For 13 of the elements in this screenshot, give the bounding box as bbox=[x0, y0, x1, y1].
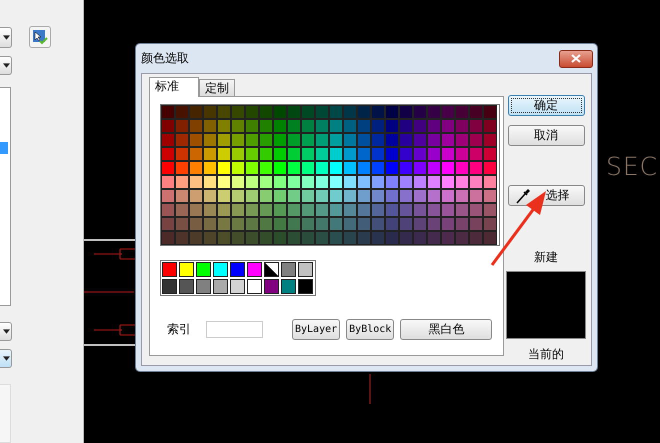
cancel-button[interactable]: 取消 bbox=[508, 125, 584, 146]
pick-button[interactable]: 选择 bbox=[508, 185, 584, 206]
ok-button[interactable]: 确定 bbox=[508, 95, 584, 116]
tab[interactable]: 标准 bbox=[149, 77, 199, 97]
tab[interactable]: 定制 bbox=[199, 79, 235, 96]
color-mode-button[interactable]: 黑白色 bbox=[400, 318, 492, 340]
index-label: 索引 bbox=[167, 320, 192, 338]
canvas-label: SEC bbox=[606, 152, 658, 181]
current-color-label: 当前的 bbox=[528, 346, 564, 363]
window-title: 颜色选取 bbox=[141, 50, 189, 67]
new-color-label: 新建 bbox=[534, 249, 558, 266]
color-mode-button[interactable]: ByBlock bbox=[346, 318, 394, 340]
color-mode-button[interactable]: ByLayer bbox=[292, 318, 340, 340]
